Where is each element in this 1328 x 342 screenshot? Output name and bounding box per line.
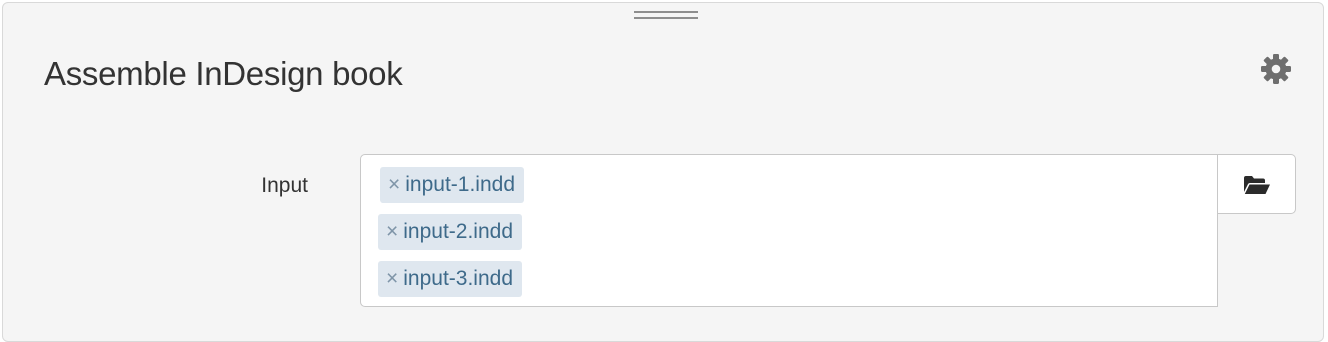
panel-title: Assemble InDesign book — [44, 55, 403, 92]
browse-files-button[interactable] — [1217, 154, 1296, 214]
input-field-label: Input — [261, 174, 308, 197]
gear-icon[interactable] — [1259, 52, 1293, 86]
input-tag-field[interactable]: × input-1.indd × input-2.indd × input-3.ind… — [360, 154, 1218, 307]
remove-tag-icon[interactable]: × — [388, 167, 400, 203]
file-tag: × input-1.indd — [380, 167, 525, 203]
file-tag-label: input-3.indd — [403, 267, 514, 290]
file-tag: × input-2.indd — [378, 214, 523, 250]
remove-tag-icon[interactable]: × — [386, 261, 398, 297]
file-tag-label: input-2.indd — [403, 220, 514, 243]
drag-handle-line — [634, 17, 698, 19]
remove-tag-icon[interactable]: × — [386, 214, 398, 250]
file-tag-label: input-1.indd — [405, 173, 516, 196]
file-tag: × input-3.indd — [378, 261, 523, 297]
drag-handle-line — [634, 11, 698, 13]
drag-handle-icon[interactable] — [634, 11, 698, 20]
